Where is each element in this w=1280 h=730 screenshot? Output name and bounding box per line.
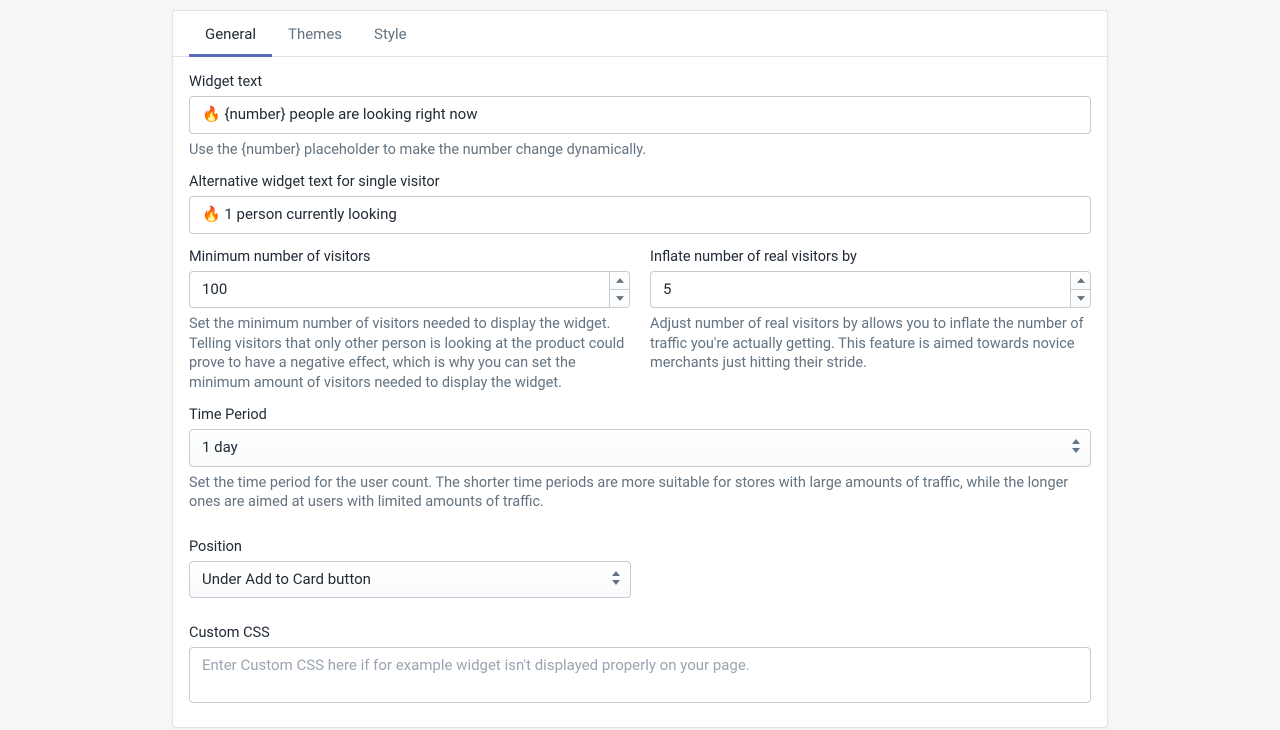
position-field: Position [189,538,1091,599]
min-visitors-help: Set the minimum number of visitors neede… [189,314,630,392]
min-visitors-label: Minimum number of visitors [189,248,630,265]
tab-general[interactable]: General [189,11,272,56]
inflate-help: Adjust number of real visitors by allows… [650,314,1091,373]
time-period-select[interactable] [189,429,1091,467]
widget-text-label: Widget text [189,73,1091,90]
position-select[interactable] [189,561,631,599]
min-visitors-spinner [609,272,629,308]
chevron-down-icon [1077,296,1085,301]
inflate-down[interactable] [1071,290,1090,307]
custom-css-label: Custom CSS [189,624,1091,641]
inflate-spinner [1070,272,1090,308]
tab-themes[interactable]: Themes [272,11,358,56]
time-period-label: Time Period [189,406,1091,423]
custom-css-input[interactable] [189,647,1091,703]
time-period-help: Set the time period for the user count. … [189,473,1091,512]
settings-card: General Themes Style Widget text Use the… [172,10,1108,728]
min-visitors-input[interactable] [189,271,630,309]
inflate-label: Inflate number of real visitors by [650,248,1091,265]
tabs: General Themes Style [173,11,1107,57]
chevron-up-icon [1077,278,1085,283]
tab-style[interactable]: Style [358,11,423,56]
widget-text-field: Widget text Use the {number} placeholder… [189,73,1091,159]
chevron-down-icon [616,296,624,301]
min-visitors-up[interactable] [610,272,629,290]
position-label: Position [189,538,1091,555]
time-period-field: Time Period Set the time period for the … [189,406,1091,512]
general-panel: Widget text Use the {number} placeholder… [173,57,1107,727]
inflate-field: Inflate number of real visitors by Adjus… [650,248,1091,393]
min-visitors-field: Minimum number of visitors Set the minim… [189,248,630,393]
inflate-input[interactable] [650,271,1091,309]
widget-text-help: Use the {number} placeholder to make the… [189,140,1091,160]
custom-css-field: Custom CSS [189,624,1091,707]
chevron-up-icon [616,278,624,283]
min-visitors-down[interactable] [610,290,629,307]
alt-text-label: Alternative widget text for single visit… [189,173,1091,190]
inflate-up[interactable] [1071,272,1090,290]
alt-text-input[interactable] [189,196,1091,234]
widget-text-input[interactable] [189,96,1091,134]
alt-text-field: Alternative widget text for single visit… [189,173,1091,234]
